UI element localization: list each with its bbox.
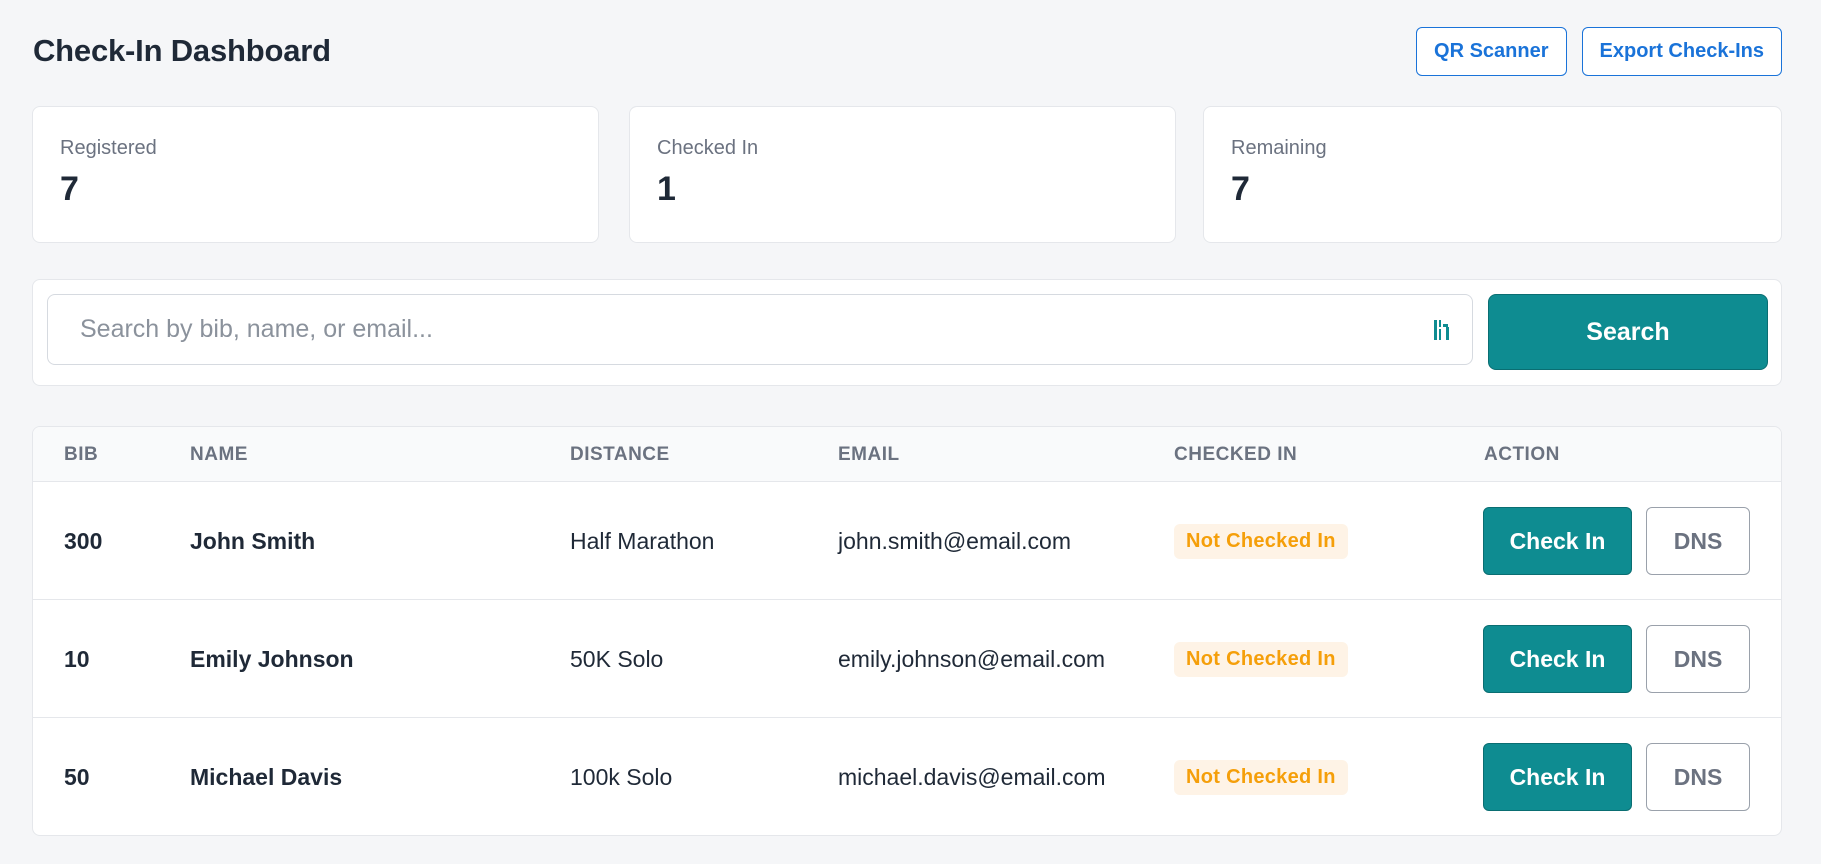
stat-card-remaining: Remaining 7 (1203, 106, 1782, 243)
stat-value: 1 (657, 170, 676, 208)
barcode-scan-icon[interactable] (1431, 317, 1455, 343)
dns-button[interactable]: DNS (1646, 743, 1750, 811)
participants-table: BIB NAME DISTANCE EMAIL CHECKED IN ACTIO… (32, 426, 1782, 836)
action-cell: Check In DNS (1483, 718, 1750, 835)
column-header-bib: BIB (64, 443, 99, 465)
email-cell: john.smith@email.com (838, 527, 1071, 554)
column-header-email: EMAIL (838, 443, 900, 465)
table-row: 10 Emily Johnson 50K Solo emily.johnson@… (33, 600, 1781, 718)
stat-value: 7 (60, 170, 79, 208)
table-row: 50 Michael Davis 100k Solo michael.davis… (33, 718, 1781, 835)
bib-cell: 10 (64, 645, 90, 672)
search-panel: Search (32, 279, 1782, 386)
action-cell: Check In DNS (1483, 482, 1750, 600)
qr-scanner-button[interactable]: QR Scanner (1416, 26, 1567, 76)
status-badge: Not Checked In (1174, 641, 1348, 677)
header-actions: QR Scanner Export Check-Ins (1416, 26, 1782, 76)
status-badge: Not Checked In (1174, 523, 1348, 559)
name-cell: Emily Johnson (190, 645, 354, 672)
stat-value: 7 (1231, 170, 1250, 208)
search-button[interactable]: Search (1488, 294, 1768, 370)
page-header: Check-In Dashboard QR Scanner Export Che… (33, 26, 1782, 76)
distance-cell: 100k Solo (570, 763, 673, 790)
stat-card-registered: Registered 7 (32, 106, 599, 243)
stat-card-checked-in: Checked In 1 (629, 106, 1176, 243)
table-header: BIB NAME DISTANCE EMAIL CHECKED IN ACTIO… (33, 427, 1781, 482)
dns-button[interactable]: DNS (1646, 625, 1750, 693)
stat-label: Checked In (657, 137, 759, 159)
distance-cell: Half Marathon (570, 527, 715, 554)
distance-cell: 50K Solo (570, 645, 664, 672)
email-cell: emily.johnson@email.com (838, 645, 1106, 672)
column-header-checked-in: CHECKED IN (1174, 443, 1298, 465)
column-header-action: ACTION (1484, 443, 1560, 465)
action-cell: Check In DNS (1483, 600, 1750, 718)
stat-label: Remaining (1231, 137, 1327, 159)
stats-row: Registered 7 Checked In 1 Remaining 7 (32, 106, 1782, 243)
email-cell: michael.davis@email.com (838, 763, 1106, 790)
bib-cell: 300 (64, 527, 103, 554)
status-cell: Not Checked In (1174, 482, 1348, 600)
status-cell: Not Checked In (1174, 600, 1348, 718)
search-input[interactable] (48, 295, 1431, 364)
check-in-button[interactable]: Check In (1483, 743, 1632, 811)
status-cell: Not Checked In (1174, 718, 1348, 835)
status-badge: Not Checked In (1174, 759, 1348, 795)
table-row: 300 John Smith Half Marathon john.smith@… (33, 482, 1781, 600)
row-actions: Check In DNS (1483, 743, 1750, 811)
bib-cell: 50 (64, 763, 90, 790)
check-in-button[interactable]: Check In (1483, 507, 1632, 575)
name-cell: Michael Davis (190, 763, 343, 790)
row-actions: Check In DNS (1483, 507, 1750, 575)
check-in-button[interactable]: Check In (1483, 625, 1632, 693)
export-check-ins-button[interactable]: Export Check-Ins (1581, 26, 1782, 76)
column-header-name: NAME (190, 443, 248, 465)
column-header-distance: DISTANCE (570, 443, 670, 465)
name-cell: John Smith (190, 527, 316, 554)
dns-button[interactable]: DNS (1646, 507, 1750, 575)
search-field (47, 294, 1473, 365)
page-title: Check-In Dashboard (33, 33, 331, 68)
row-actions: Check In DNS (1483, 625, 1750, 693)
stat-label: Registered (60, 137, 157, 159)
